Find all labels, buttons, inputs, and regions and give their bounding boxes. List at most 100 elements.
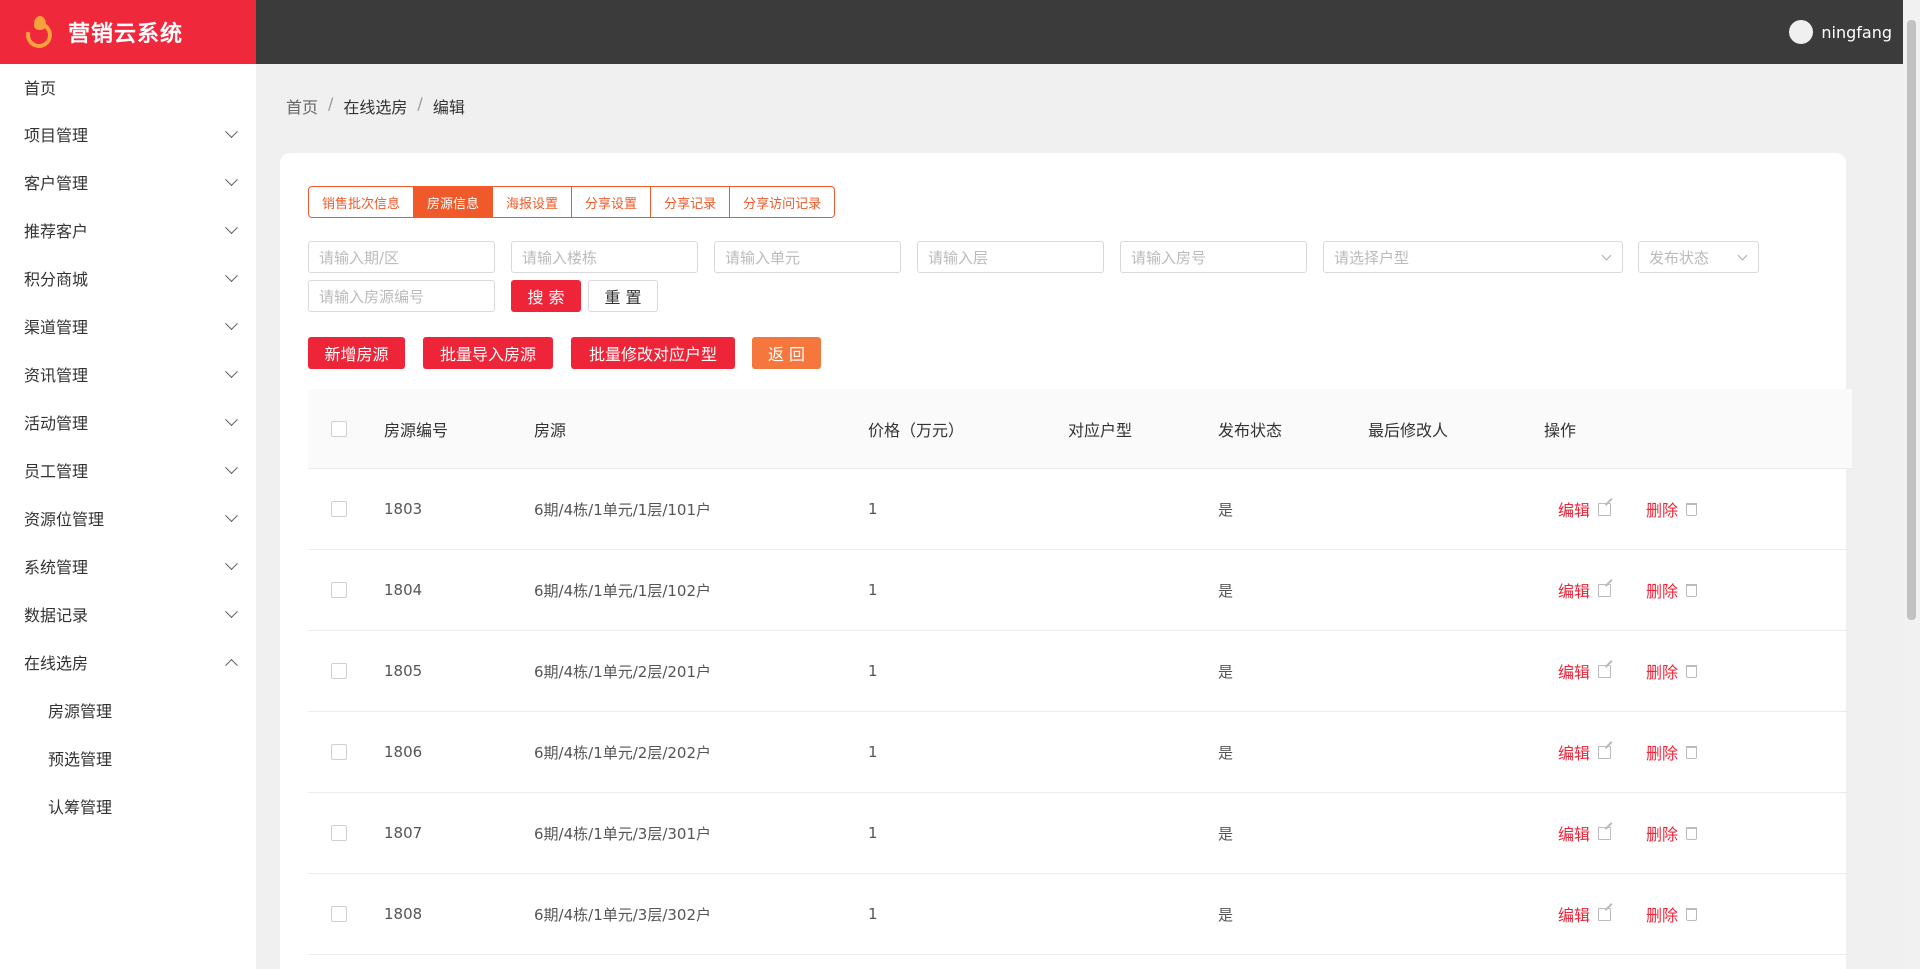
- content-card: 销售批次信息 房源信息 海报设置 分享设置 分享记录 分享访问记录 请输入期/区…: [280, 153, 1852, 969]
- row-checkbox[interactable]: [331, 501, 347, 517]
- breadcrumb-current: 编辑: [432, 98, 465, 117]
- chevron-down-icon: [225, 268, 238, 282]
- floor-input[interactable]: 请输入层: [917, 241, 1104, 273]
- sidebar-item-news[interactable]: 资讯管理: [0, 350, 256, 398]
- cell-price: 1: [868, 500, 878, 518]
- delete-button[interactable]: 删除: [1646, 659, 1698, 683]
- trash-icon: [1686, 502, 1698, 516]
- reset-button[interactable]: 重 置: [588, 280, 658, 312]
- tab-share-records[interactable]: 分享记录: [651, 186, 731, 218]
- avatar: [1789, 20, 1814, 44]
- listing-code-input[interactable]: 请输入房源编号: [308, 280, 495, 312]
- table-header: 房源编号 房源 价格（万元） 对应户型 发布状态 最后修改人 操作: [308, 389, 1852, 469]
- add-listing-button[interactable]: 新增房源: [308, 337, 405, 369]
- sidebar-item-label: 员工管理: [24, 462, 89, 481]
- publish-status-select[interactable]: 发布状态: [1638, 241, 1759, 273]
- tab-listing-info[interactable]: 房源信息: [414, 186, 494, 218]
- trash-icon: [1686, 664, 1698, 678]
- edit-button[interactable]: 编辑: [1558, 740, 1612, 764]
- batch-edit-layout-button[interactable]: 批量修改对应户型: [571, 337, 735, 369]
- trash-icon: [1686, 907, 1698, 921]
- sidebar-subitem-preselection[interactable]: 预选管理: [0, 734, 256, 782]
- sidebar-item-projects[interactable]: 项目管理: [0, 110, 256, 158]
- sidebar-item-label: 资源位管理: [24, 510, 105, 529]
- sidebar-item-referrals[interactable]: 推荐客户: [0, 206, 256, 254]
- delete-button[interactable]: 删除: [1646, 497, 1698, 521]
- header-layout: 对应户型: [1068, 420, 1133, 440]
- delete-button[interactable]: 删除: [1646, 740, 1698, 764]
- row-checkbox[interactable]: [331, 744, 347, 760]
- edit-button[interactable]: 编辑: [1558, 902, 1612, 926]
- sidebar-item-channels[interactable]: 渠道管理: [0, 302, 256, 350]
- user-menu[interactable]: ningfang: [1789, 0, 1892, 64]
- sidebar-subitem-subscription[interactable]: 认筹管理: [0, 782, 256, 830]
- sidebar-item-points-mall[interactable]: 积分商城: [0, 254, 256, 302]
- row-checkbox[interactable]: [331, 825, 347, 841]
- sidebar-item-label: 首页: [24, 79, 57, 98]
- delete-label: 删除: [1646, 663, 1679, 682]
- vertical-scrollbar[interactable]: [1903, 0, 1920, 969]
- listings-table: 房源编号 房源 价格（万元） 对应户型 发布状态 最后修改人 操作 1803 6期…: [308, 389, 1852, 955]
- row-checkbox[interactable]: [331, 582, 347, 598]
- tab-share-visits[interactable]: 分享访问记录: [730, 186, 836, 218]
- back-button[interactable]: 返 回: [752, 337, 821, 369]
- row-checkbox[interactable]: [331, 663, 347, 679]
- tab-sales-batch[interactable]: 销售批次信息: [308, 186, 415, 218]
- edit-button[interactable]: 编辑: [1558, 821, 1612, 845]
- building-input[interactable]: 请输入楼栋: [511, 241, 698, 273]
- cell-status: 是: [1218, 905, 1234, 924]
- select-all-checkbox[interactable]: [331, 420, 347, 437]
- edit-label: 编辑: [1558, 663, 1591, 682]
- tab-poster-settings[interactable]: 海报设置: [493, 186, 573, 218]
- sidebar-item-online-selection[interactable]: 在线选房: [0, 638, 256, 686]
- unit-input[interactable]: 请输入单元: [714, 241, 901, 273]
- logo-area[interactable]: 营销云系统: [0, 0, 256, 64]
- cell-room: 6期/4栋/1单元/3层/301户: [534, 824, 712, 843]
- cell-price: 1: [868, 905, 878, 923]
- trash-icon: [1686, 583, 1698, 597]
- edit-icon: [1598, 745, 1612, 759]
- cell-status: 是: [1218, 662, 1234, 681]
- cell-status: 是: [1218, 581, 1234, 600]
- table-row: 1804 6期/4栋/1单元/1层/102户 1 是 编辑 删除: [308, 550, 1852, 631]
- edit-button[interactable]: 编辑: [1558, 497, 1612, 521]
- edit-button[interactable]: 编辑: [1558, 578, 1612, 602]
- row-checkbox[interactable]: [331, 906, 347, 922]
- edit-label: 编辑: [1558, 501, 1591, 520]
- room-number-input[interactable]: 请输入房号: [1120, 241, 1307, 273]
- sidebar-item-resource-slots[interactable]: 资源位管理: [0, 494, 256, 542]
- breadcrumb-section[interactable]: 在线选房: [343, 94, 407, 118]
- period-input[interactable]: 请输入期/区: [308, 241, 495, 273]
- chevron-up-icon: [225, 658, 238, 672]
- layout-select[interactable]: 请选择户型: [1323, 241, 1623, 273]
- chevron-down-icon: [1737, 250, 1748, 261]
- cell-code: 1804: [384, 581, 423, 599]
- sidebar-item-label: 活动管理: [24, 414, 89, 433]
- scrollbar-thumb[interactable]: [1907, 20, 1916, 620]
- delete-button[interactable]: 删除: [1646, 902, 1698, 926]
- sidebar-item-home[interactable]: 首页: [0, 64, 256, 110]
- header-status: 发布状态: [1218, 420, 1283, 440]
- sidebar-subitem-listings[interactable]: 房源管理: [0, 686, 256, 734]
- sidebar-item-activities[interactable]: 活动管理: [0, 398, 256, 446]
- chevron-down-icon: [225, 364, 238, 378]
- edit-button[interactable]: 编辑: [1558, 659, 1612, 683]
- sidebar-item-system[interactable]: 系统管理: [0, 542, 256, 590]
- cell-room: 6期/4栋/1单元/3层/302户: [534, 905, 712, 924]
- delete-button[interactable]: 删除: [1646, 821, 1698, 845]
- delete-button[interactable]: 删除: [1646, 578, 1698, 602]
- sidebar-item-data-records[interactable]: 数据记录: [0, 590, 256, 638]
- import-listings-button[interactable]: 批量导入房源: [423, 337, 553, 369]
- table-row: 1807 6期/4栋/1单元/3层/301户 1 是 编辑 删除: [308, 793, 1852, 874]
- sidebar-item-label: 客户管理: [24, 174, 89, 193]
- sidebar-item-customers[interactable]: 客户管理: [0, 158, 256, 206]
- breadcrumb-home[interactable]: 首页: [286, 94, 318, 118]
- table-body: 1803 6期/4栋/1单元/1层/101户 1 是编辑 删除 1804 6期/4栋/1单元…: [308, 469, 1852, 955]
- sidebar-item-label: 系统管理: [24, 558, 89, 577]
- cell-price: 1: [868, 824, 878, 842]
- tab-share-settings[interactable]: 分享设置: [572, 186, 652, 218]
- chevron-down-icon: [1601, 250, 1612, 261]
- search-button[interactable]: 搜 索: [511, 280, 581, 312]
- sidebar-item-staff[interactable]: 员工管理: [0, 446, 256, 494]
- breadcrumb: 首页 / 在线选房 / 编辑: [286, 94, 465, 118]
